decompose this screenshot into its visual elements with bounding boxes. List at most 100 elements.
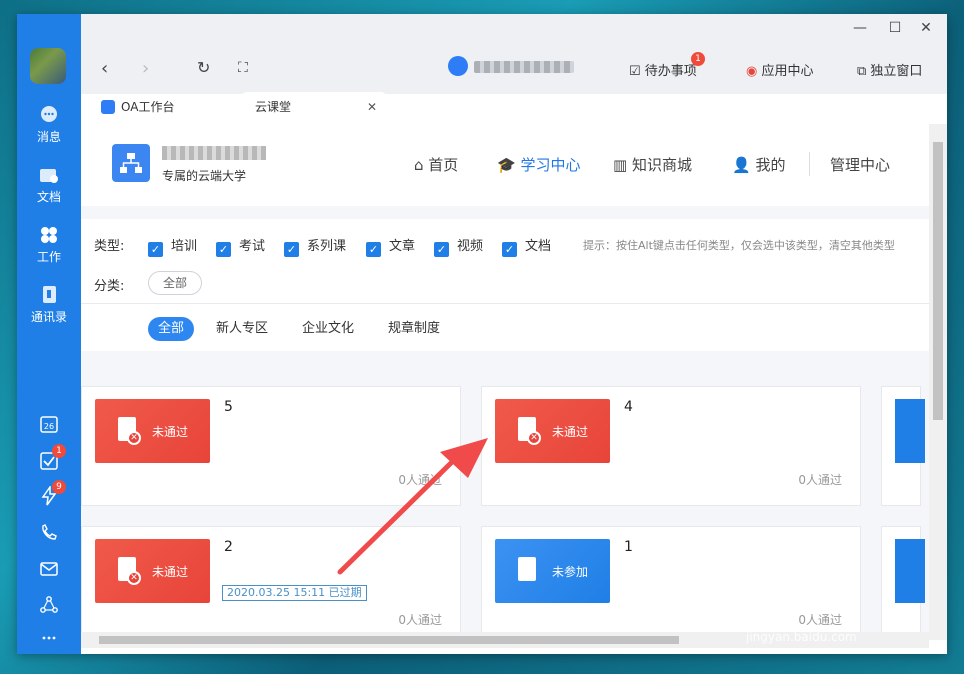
check-icon: ✓ bbox=[502, 242, 517, 257]
doc-icon bbox=[518, 557, 536, 581]
tab-label: 云课堂 bbox=[255, 100, 292, 114]
flash-badge: 9 bbox=[52, 480, 66, 494]
todo-link[interactable]: ☑ 待办事项 bbox=[629, 60, 697, 79]
rail-item-contacts[interactable]: 通讯录 bbox=[17, 284, 81, 325]
type-name: 文档 bbox=[525, 239, 552, 254]
type-checkbox-series[interactable]: ✓ 系列课 bbox=[284, 235, 346, 257]
main-content: 专属的云端大学 ⌂ 首页 🎓 学习中心 ▥ 知识商城 👤 我的 管理中心 类型:… bbox=[81, 124, 929, 640]
type-checkbox-video[interactable]: ✓ 视频 bbox=[434, 235, 483, 257]
nav-label: 我的 bbox=[755, 156, 786, 174]
type-name: 考试 bbox=[239, 239, 266, 254]
site-header: 专属的云端大学 ⌂ 首页 🎓 学习中心 ▥ 知识商城 👤 我的 管理中心 bbox=[81, 124, 929, 206]
network-icon[interactable] bbox=[39, 595, 59, 615]
subtab-culture[interactable]: 企业文化 bbox=[302, 317, 354, 341]
scroll-thumb[interactable] bbox=[99, 636, 679, 644]
course-card[interactable]: ✕ 未通过 5 0人通过 bbox=[81, 386, 461, 506]
type-label: 类型: bbox=[94, 239, 125, 254]
nav-knowledge-mall[interactable]: ▥ 知识商城 bbox=[613, 154, 692, 175]
nav-admin-center[interactable]: 管理中心 bbox=[830, 154, 890, 175]
expired-tag: 2020.03.25 15:11 已过期 bbox=[222, 585, 367, 601]
type-checkbox-training[interactable]: ✓ 培训 bbox=[148, 235, 197, 257]
status-text: 未参加 bbox=[552, 565, 589, 579]
rail-label: 文档 bbox=[36, 190, 61, 204]
type-checkbox-document[interactable]: ✓ 文档 bbox=[502, 235, 551, 257]
type-checkbox-exam[interactable]: ✓ 考试 bbox=[216, 235, 265, 257]
subtab-newcomer[interactable]: 新人专区 bbox=[216, 317, 268, 341]
minimize-icon[interactable]: — bbox=[850, 20, 870, 36]
card-title: 5 bbox=[224, 399, 233, 415]
nav-home[interactable]: ⌂ 首页 bbox=[414, 154, 458, 175]
scroll-thumb[interactable] bbox=[933, 142, 943, 420]
tab-oa-workbench[interactable]: OA工作台 bbox=[91, 92, 231, 124]
rail-label: 工作 bbox=[36, 250, 61, 264]
title-bar: — ☐ ✕ ‹ › ↻ ⛶ ☑ 待办事项 1 ◉ 应用中心 ⧉ 独立窗口 bbox=[81, 14, 947, 94]
course-card-partial[interactable] bbox=[881, 526, 925, 640]
mail-icon[interactable] bbox=[39, 559, 59, 579]
type-checkbox-article[interactable]: ✓ 文章 bbox=[366, 235, 415, 257]
tab-bar: OA工作台 云课堂 ✕ bbox=[81, 92, 947, 124]
org-subtitle: 专属的云端大学 bbox=[162, 169, 247, 183]
check-icon: ✓ bbox=[366, 242, 381, 257]
category-all-pill[interactable]: 全部 bbox=[148, 271, 202, 295]
nav-label: 学习中心 bbox=[520, 156, 581, 174]
standalone-label: 独立窗口 bbox=[870, 64, 923, 79]
check-icon: ✓ bbox=[216, 242, 231, 257]
refresh-icon[interactable]: ↻ bbox=[197, 58, 210, 77]
app-center-label: 应用中心 bbox=[761, 64, 814, 79]
forward-icon[interactable]: › bbox=[142, 58, 149, 79]
check-icon: ✓ bbox=[434, 242, 449, 257]
message-icon bbox=[41, 106, 57, 122]
pass-count: 0人通过 bbox=[398, 473, 442, 487]
maximize-icon[interactable]: ☐ bbox=[885, 20, 905, 36]
rail-item-work[interactable]: 工作 bbox=[17, 224, 81, 265]
todo-label: 待办事项 bbox=[644, 64, 697, 79]
category-label: 分类: bbox=[94, 279, 125, 294]
nav-label: 知识商城 bbox=[631, 156, 692, 174]
app-center-icon: ◉ bbox=[746, 64, 758, 79]
app-grid-icon bbox=[448, 56, 468, 76]
type-name: 视频 bbox=[457, 239, 484, 254]
type-name: 文章 bbox=[389, 239, 416, 254]
org-name-blurred bbox=[162, 146, 266, 160]
watermark-url: jingyan.baidu.com bbox=[746, 630, 857, 644]
nav-divider bbox=[809, 152, 810, 176]
rail-item-docs[interactable]: 文档 bbox=[17, 164, 81, 205]
app-window: 消息 文档 工作 通讯录 26 1 9 — ☐ ✕ ‹ › ↻ ⛶ ☑ 待办事项… bbox=[17, 14, 947, 654]
tab-label: OA工作台 bbox=[121, 100, 175, 114]
course-card[interactable]: ✕ 未通过 4 0人通过 bbox=[481, 386, 861, 506]
check-icon: ✓ bbox=[148, 242, 163, 257]
standalone-window-link[interactable]: ⧉ 独立窗口 bbox=[857, 60, 922, 79]
back-icon[interactable]: ‹ bbox=[101, 58, 108, 79]
course-thumbnail: ✕ 未通过 bbox=[95, 539, 210, 603]
fail-x-icon: ✕ bbox=[127, 431, 141, 445]
app-center-link[interactable]: ◉ 应用中心 bbox=[746, 60, 814, 79]
filter-hint: 提示：按住Alt键点击任何类型，仅会选中该类型，清空其他类型 bbox=[583, 239, 895, 252]
close-window-icon[interactable]: ✕ bbox=[916, 20, 936, 36]
calendar-icon[interactable]: 26 bbox=[39, 414, 59, 434]
rail-label: 通讯录 bbox=[30, 310, 67, 324]
calendar-day: 26 bbox=[44, 422, 54, 431]
subtab-rules[interactable]: 规章制度 bbox=[388, 317, 440, 341]
nav-learning-center[interactable]: 🎓 学习中心 bbox=[497, 154, 580, 175]
course-thumbnail: ✕ 未通过 bbox=[95, 399, 210, 463]
course-card-partial[interactable] bbox=[881, 386, 925, 506]
phone-icon[interactable] bbox=[39, 523, 59, 543]
check-icon: ✓ bbox=[284, 242, 299, 257]
subtab-all[interactable]: 全部 bbox=[148, 317, 195, 341]
fail-x-icon: ✕ bbox=[127, 571, 141, 585]
nav-mine[interactable]: 👤 我的 bbox=[732, 154, 785, 175]
filter-divider bbox=[81, 303, 929, 304]
tab-cloud-class[interactable]: 云课堂 ✕ bbox=[241, 92, 387, 124]
close-tab-icon[interactable]: ✕ bbox=[367, 92, 377, 122]
more-icon[interactable] bbox=[39, 628, 59, 648]
course-card[interactable]: ✕ 未通过 2 2020.03.25 15:11 已过期 0人通过 bbox=[81, 526, 461, 640]
fullscreen-icon[interactable]: ⛶ bbox=[238, 60, 248, 76]
card-title: 1 bbox=[624, 539, 633, 555]
avatar[interactable] bbox=[30, 48, 66, 84]
vertical-scrollbar[interactable] bbox=[929, 124, 947, 640]
course-thumbnail: ✕ 未通过 bbox=[495, 399, 610, 463]
org-logo-icon bbox=[112, 144, 150, 182]
rail-label: 消息 bbox=[36, 130, 61, 144]
rail-item-messages[interactable]: 消息 bbox=[17, 104, 81, 145]
status-text: 未通过 bbox=[552, 425, 589, 439]
